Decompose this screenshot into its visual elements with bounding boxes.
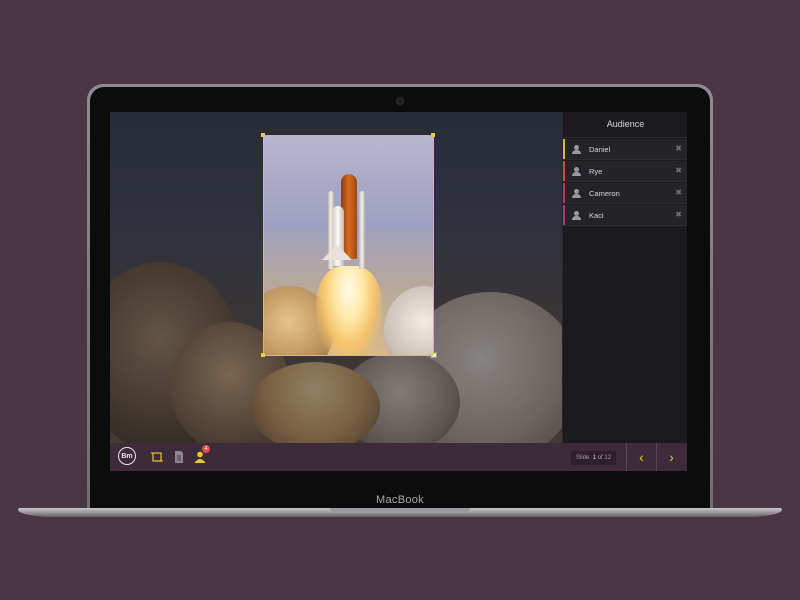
slide-total: 12 [604, 455, 612, 461]
desktop-scene: Audience Daniel ✖ Rye ✖ Cameron ✖ Kaci ✖ Bm [0, 0, 800, 600]
member-color-bar [563, 183, 565, 203]
remove-member-icon[interactable]: ✖ [675, 210, 682, 219]
app-screen: Audience Daniel ✖ Rye ✖ Cameron ✖ Kaci ✖ Bm [110, 112, 687, 471]
member-name: Rye [589, 166, 603, 176]
sidebar-title: Audience [563, 112, 687, 138]
audience-member[interactable]: Rye ✖ [563, 161, 687, 182]
audience-member[interactable]: Cameron ✖ [563, 183, 687, 204]
user-icon [572, 144, 581, 154]
remove-member-icon[interactable]: ✖ [675, 166, 682, 175]
member-name: Cameron [589, 188, 620, 198]
slide-indicator: Slide 1 of 12 [570, 450, 618, 466]
crop-handle-top-right[interactable] [431, 133, 435, 137]
member-color-bar [563, 139, 565, 159]
audience-member[interactable]: Daniel ✖ [563, 139, 687, 160]
crop-tool-icon [151, 452, 163, 462]
crop-selection[interactable] [263, 135, 434, 356]
audience-member[interactable]: Kaci ✖ [563, 205, 687, 226]
slide-label: Slide [576, 455, 590, 461]
audience-count-badge: 4 [202, 445, 210, 453]
remove-member-icon[interactable]: ✖ [675, 144, 682, 153]
audience-tool-button[interactable]: 4 [192, 445, 210, 465]
audience-sidebar: Audience Daniel ✖ Rye ✖ Cameron ✖ Kaci ✖ [562, 112, 687, 443]
chevron-right-icon: › [669, 449, 674, 465]
member-color-bar [563, 205, 565, 225]
document-tool-button[interactable] [171, 449, 187, 465]
crop-handle-top-left[interactable] [261, 133, 265, 137]
prev-slide-button[interactable]: ‹ [626, 443, 656, 471]
document-icon [175, 451, 183, 463]
webcam [396, 97, 404, 105]
crop-handle-bottom-left[interactable] [261, 353, 265, 357]
slide-current: 1 [592, 455, 597, 461]
rocket-flame [316, 266, 382, 355]
laptop-notch [330, 508, 470, 513]
slide-of: of [597, 455, 603, 461]
slide-stage[interactable] [110, 112, 562, 443]
bottom-toolbar: Bm 4 Slide 1 of 12 ‹ › [110, 443, 687, 471]
right-booster [359, 191, 365, 269]
member-color-bar [563, 161, 565, 181]
user-icon [572, 166, 581, 176]
chevron-left-icon: ‹ [639, 449, 644, 465]
user-icon [572, 210, 581, 220]
crop-tool-button[interactable] [149, 449, 165, 465]
member-name: Daniel [589, 144, 611, 154]
laptop-brand: MacBook [376, 494, 424, 506]
remove-member-icon[interactable]: ✖ [675, 188, 682, 197]
user-icon [572, 188, 581, 198]
member-name: Kaci [589, 210, 604, 220]
app-logo[interactable]: Bm [118, 447, 136, 465]
next-slide-button[interactable]: › [656, 443, 686, 471]
